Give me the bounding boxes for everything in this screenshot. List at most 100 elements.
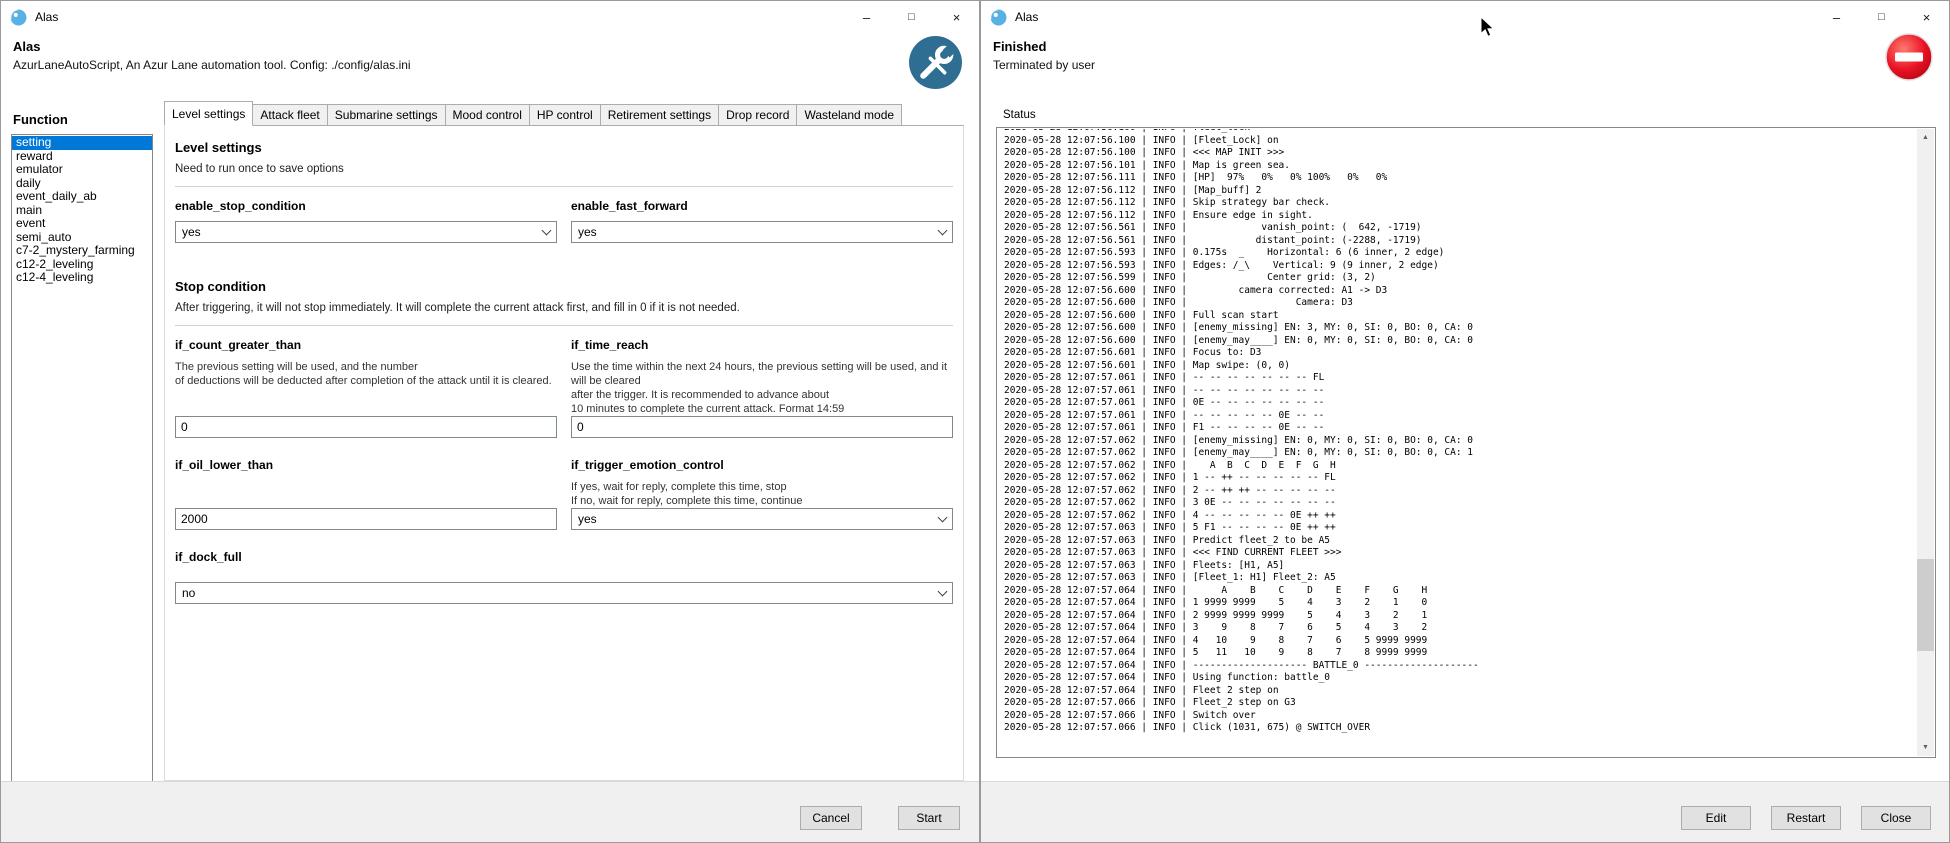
log-line: 2020-05-28 12:07:57.064 | INFO | 5 11 10…	[1004, 647, 1917, 660]
start-button[interactable]: Start	[898, 806, 960, 830]
section-title: Level settings	[175, 140, 953, 155]
function-list-item[interactable]: emulator	[12, 163, 152, 177]
field-help: The previous setting will be used, and t…	[175, 360, 557, 388]
function-listbox[interactable]: setting reward emulator daily event_dail…	[11, 134, 153, 788]
log-line: 2020-05-28 12:07:56.600 | INFO | Full sc…	[1004, 310, 1917, 323]
maximize-button[interactable]: □	[1859, 1, 1904, 33]
log-line: 2020-05-28 12:07:56.101 | INFO | Map is …	[1004, 160, 1917, 173]
close-button[interactable]: ×	[934, 1, 979, 33]
log-line: 2020-05-28 12:07:57.061 | INFO | F1 -- -…	[1004, 422, 1917, 435]
scroll-up-arrow-icon[interactable]: ▲	[1917, 129, 1934, 146]
caption-buttons: – □ ×	[1814, 1, 1949, 33]
maximize-button[interactable]: □	[889, 1, 934, 33]
log-line: 2020-05-28 12:07:56.600 | INFO | [enemy_…	[1004, 322, 1917, 335]
alas-logo-icon	[10, 9, 27, 26]
field-label: enable_stop_condition	[175, 199, 557, 213]
settings-tab[interactable]: Submarine settings	[327, 104, 446, 126]
stop-icon	[1885, 33, 1933, 81]
section-level-settings: Level settings Need to run once to save …	[175, 140, 953, 187]
function-list-item[interactable]: event	[12, 217, 152, 231]
field-label: if_dock_full	[175, 550, 953, 564]
settings-tab[interactable]: HP control	[529, 104, 601, 126]
log-line: 2020-05-28 12:07:57.064 | INFO | 4 10 9 …	[1004, 635, 1917, 648]
enable-stop-condition-select[interactable]: yes	[175, 221, 557, 243]
field-help: If yes, wait for reply, complete this ti…	[571, 480, 953, 508]
log-line: 2020-05-28 12:07:56.600 | INFO | Camera:…	[1004, 297, 1917, 310]
if-dock-full-select[interactable]: no	[175, 582, 953, 604]
page-title: Alas	[13, 39, 411, 54]
section-desc: Need to run once to save options	[175, 163, 953, 175]
scrollbar-thumb[interactable]	[1917, 559, 1934, 651]
log-box: 2020-05-28 12:07:56.100 | INFO | fleet_l…	[996, 127, 1936, 758]
alas-log-window: Alas – □ × Finished Terminated by user	[980, 0, 1950, 843]
log-line: 2020-05-28 12:07:57.062 | INFO | 1 -- ++…	[1004, 472, 1917, 485]
field-if-dock-full: if_dock_full no	[175, 550, 953, 604]
log-line: 2020-05-28 12:07:56.111 | INFO | [HP] 97…	[1004, 172, 1917, 185]
if-time-reach-input[interactable]	[571, 416, 953, 438]
caption-buttons: – □ ×	[844, 1, 979, 33]
select-value: no	[182, 586, 195, 600]
settings-tab[interactable]: Attack fleet	[252, 104, 327, 126]
vertical-scrollbar[interactable]: ▲ ▼	[1917, 129, 1934, 756]
settings-tab[interactable]: Wasteland mode	[796, 104, 902, 126]
function-list-item[interactable]: daily	[12, 177, 152, 191]
log-line: 2020-05-28 12:07:57.063 | INFO | Predict…	[1004, 535, 1917, 548]
log-line: 2020-05-28 12:07:56.100 | INFO | [Fleet_…	[1004, 135, 1917, 148]
log-line: 2020-05-28 12:07:57.061 | INFO | 0E -- -…	[1004, 397, 1917, 410]
minimize-button[interactable]: –	[844, 1, 889, 33]
level-settings-panel: Level settings Need to run once to save …	[164, 125, 964, 781]
close-button[interactable]: ×	[1904, 1, 1949, 33]
close-run-button[interactable]: Close	[1861, 806, 1931, 830]
log-line: 2020-05-28 12:07:56.112 | INFO | Skip st…	[1004, 197, 1917, 210]
window-title: Alas	[1015, 10, 1038, 24]
alas-logo-icon	[990, 9, 1007, 26]
function-label: Function	[13, 112, 68, 127]
select-value: yes	[578, 225, 597, 239]
log-line: 2020-05-28 12:07:56.601 | INFO | Map swi…	[1004, 360, 1917, 373]
wrench-icon	[908, 35, 963, 90]
field-if-oil-lower-than: if_oil_lower_than	[175, 458, 557, 530]
section-desc: After triggering, it will not stop immed…	[175, 302, 953, 314]
field-label: if_count_greater_than	[175, 338, 557, 352]
if-count-greater-than-input[interactable]	[175, 416, 557, 438]
if-trigger-emotion-control-select[interactable]: yes	[571, 508, 953, 530]
chevron-down-icon	[938, 586, 948, 596]
log-line: 2020-05-28 12:07:56.112 | INFO | Ensure …	[1004, 210, 1917, 223]
log-scroll-area[interactable]: 2020-05-28 12:07:56.100 | INFO | fleet_l…	[998, 129, 1917, 756]
function-list-item[interactable]: event_daily_ab	[12, 190, 152, 204]
function-list-item[interactable]: c12-4_leveling	[12, 271, 152, 285]
cancel-button[interactable]: Cancel	[800, 806, 862, 830]
edit-button[interactable]: Edit	[1681, 806, 1751, 830]
log-line: 2020-05-28 12:07:57.064 | INFO | -------…	[1004, 660, 1917, 673]
log-line: 2020-05-28 12:07:57.062 | INFO | 2 -- ++…	[1004, 485, 1917, 498]
log-line: 2020-05-28 12:07:57.062 | INFO | 3 0E --…	[1004, 497, 1917, 510]
settings-tab[interactable]: Mood control	[445, 104, 530, 126]
chevron-down-icon	[938, 225, 948, 235]
log-line: 2020-05-28 12:07:57.064 | INFO | 2 9999 …	[1004, 610, 1917, 623]
function-list-item[interactable]: c7-2_mystery_farming	[12, 244, 152, 258]
chevron-down-icon	[938, 512, 948, 522]
run-status-title: Finished	[993, 39, 1095, 54]
function-list-item[interactable]: c12-2_leveling	[12, 258, 152, 272]
settings-tab[interactable]: Retirement settings	[600, 104, 719, 126]
left-footer: Cancel Start	[1, 781, 979, 842]
window-title: Alas	[35, 10, 58, 24]
log-line: 2020-05-28 12:07:56.100 | INFO | <<< MAP…	[1004, 147, 1917, 160]
settings-tab[interactable]: Drop record	[718, 104, 797, 126]
function-list-item[interactable]: semi_auto	[12, 231, 152, 245]
settings-tab[interactable]: Level settings	[164, 101, 253, 126]
log-line: 2020-05-28 12:07:56.593 | INFO | Edges: …	[1004, 260, 1917, 273]
function-list-item[interactable]: reward	[12, 150, 152, 164]
scroll-down-arrow-icon[interactable]: ▼	[1917, 739, 1934, 756]
field-label: if_time_reach	[571, 338, 953, 352]
if-oil-lower-than-input[interactable]	[175, 508, 557, 530]
field-enable-stop-condition: enable_stop_condition yes	[175, 199, 557, 243]
minimize-button[interactable]: –	[1814, 1, 1859, 33]
log-line: 2020-05-28 12:07:57.062 | INFO | A B C D…	[1004, 460, 1917, 473]
function-list-item[interactable]: setting	[12, 136, 152, 150]
field-if-trigger-emotion-control: if_trigger_emotion_control If yes, wait …	[571, 458, 953, 530]
restart-button[interactable]: Restart	[1771, 806, 1841, 830]
enable-fast-forward-select[interactable]: yes	[571, 221, 953, 243]
field-if-count-greater-than: if_count_greater_than The previous setti…	[175, 338, 557, 438]
function-list-item[interactable]: main	[12, 204, 152, 218]
